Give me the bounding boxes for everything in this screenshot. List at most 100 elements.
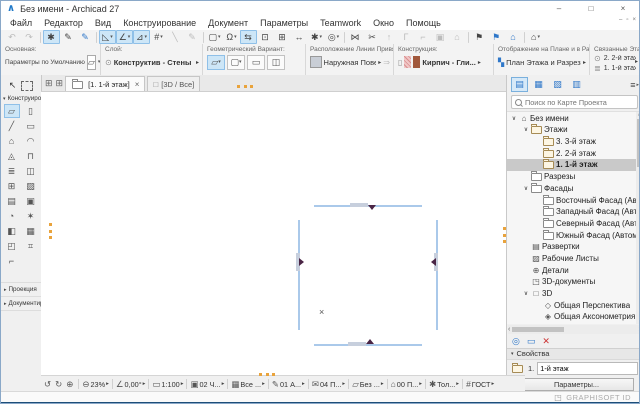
orientation[interactable]: ∠ 0,00° ▸: [115, 379, 147, 390]
flag-new-view-icon[interactable]: ⚑: [471, 30, 488, 44]
locate-in-tree-icon[interactable]: ◎: [512, 336, 520, 347]
home-story[interactable]: ⌂ 00 П... ▸: [390, 379, 423, 389]
close-tab-icon[interactable]: ×: [135, 80, 140, 89]
maximize-button[interactable]: □: [575, 1, 607, 16]
door-tool[interactable]: ◫: [23, 164, 39, 178]
flyout-arrow-icon[interactable]: ▸: [378, 59, 381, 66]
elevation-line-west[interactable]: [298, 220, 300, 330]
curtain-wall-tool[interactable]: ▤: [4, 194, 20, 208]
wall-reference[interactable]: ✱ Тол... ▸: [428, 379, 460, 390]
quick-options-icon[interactable]: ⊞: [45, 78, 53, 89]
tree-item-project[interactable]: ∨ Без имени: [507, 112, 640, 124]
display-value[interactable]: План Этажа и Разрез...: [506, 58, 581, 67]
flyout-arrow-icon[interactable]: ▸: [196, 59, 199, 66]
fill-hatch-swatch[interactable]: [404, 56, 411, 68]
dock-handle[interactable]: [503, 227, 506, 243]
reference-line-swatch[interactable]: [310, 56, 322, 68]
transfer-settings-icon[interactable]: ✎: [77, 30, 94, 44]
flag-saved-view-icon[interactable]: ⚑: [488, 30, 505, 44]
menu-document[interactable]: Документ: [202, 18, 254, 28]
mdi-minimize-button[interactable]: –: [619, 17, 622, 23]
snap-grid-icon[interactable]: #▾: [150, 30, 167, 44]
tree-item-sections[interactable]: Разрезы: [507, 171, 640, 183]
separator[interactable]: [348, 379, 349, 389]
settings-dialog-icon[interactable]: ▭: [527, 336, 536, 347]
niche-tool[interactable]: ⌐: [4, 254, 20, 268]
tree-item-3d[interactable]: ∨ 3D: [507, 288, 640, 300]
elevation-line-south[interactable]: [314, 344, 422, 346]
home-view-icon[interactable]: ⌂: [505, 30, 522, 44]
favorites[interactable]: ▱ Без ... ▸: [351, 379, 384, 390]
fillet-icon[interactable]: ⌐: [415, 30, 432, 44]
zoom-to-selection-icon[interactable]: ↺: [43, 379, 54, 390]
tree-item-interior-elevations[interactable]: Развертки: [507, 241, 640, 253]
beam-tool[interactable]: ╱: [4, 119, 20, 133]
linked-story-current[interactable]: ≣ 1. 1-й этаж (Теку: [594, 63, 636, 73]
tree-item-worksheets[interactable]: Рабочие Листы: [507, 253, 640, 265]
object-tool[interactable]: ◧: [4, 224, 20, 238]
flyout-arrow-icon[interactable]: ▸: [583, 59, 586, 66]
options-gear-icon[interactable]: ✱▾: [308, 30, 325, 44]
menu-edit[interactable]: Редактор: [38, 18, 89, 28]
wall-structure-icon[interactable]: ▯: [398, 58, 402, 67]
section-documenting[interactable]: ▸ Документир-: [1, 297, 41, 311]
scroll-left-icon[interactable]: ‹: [508, 326, 510, 333]
stretch-icon[interactable]: ↔: [291, 30, 308, 44]
slab-tool[interactable]: ▭: [23, 119, 39, 133]
section-projection[interactable]: ▸ Проекция: [1, 283, 41, 297]
trim-icon[interactable]: ↑: [381, 30, 398, 44]
tree-item-elevation-west[interactable]: Западный Фасад (Автоматиче: [507, 206, 640, 218]
separator[interactable]: [112, 379, 113, 389]
arrow-select-icon[interactable]: ↖: [9, 80, 17, 91]
separator[interactable]: [40, 32, 41, 43]
elevation-marker-south[interactable]: [366, 339, 374, 344]
settings-button[interactable]: Параметры...: [519, 378, 634, 391]
separator[interactable]: [308, 379, 309, 389]
elevation-marker-west[interactable]: [299, 258, 304, 266]
dock-handle[interactable]: [259, 373, 275, 376]
geometry-straight-icon[interactable]: ▱▾: [207, 55, 225, 70]
separator[interactable]: [203, 32, 204, 43]
railing-tool[interactable]: ⊓: [23, 149, 39, 163]
graphisoft-id-label[interactable]: GRAPHISOFT ID: [566, 393, 631, 402]
elevation-handle-north[interactable]: [350, 203, 368, 207]
navigator-menu-icon[interactable]: ≡ ▸: [630, 80, 639, 90]
scale[interactable]: ▭ 1:100 ▸: [151, 379, 184, 390]
mdi-restore-button[interactable]: ▫: [626, 17, 628, 23]
editing-plane-icon[interactable]: ∠▾: [116, 30, 133, 44]
dock-handle[interactable]: [49, 223, 52, 239]
menu-view[interactable]: Вид: [89, 18, 117, 28]
separator[interactable]: [96, 32, 97, 43]
split-icon[interactable]: ⋈: [347, 30, 364, 44]
3d-visualization-icon[interactable]: ⌂▾: [527, 30, 544, 44]
menu-file[interactable]: Файл: [4, 18, 38, 28]
window-tool[interactable]: ⊞: [4, 179, 20, 193]
pen-set[interactable]: ▦ Все ... ▸: [230, 379, 265, 390]
scrollbar-thumb[interactable]: [512, 327, 564, 332]
elevation-handle-south[interactable]: [348, 342, 366, 346]
gravity-pen-icon[interactable]: ✎: [184, 30, 201, 44]
equipment-tool[interactable]: ◰: [4, 239, 20, 253]
marquee-icon[interactable]: [21, 81, 33, 91]
elevation-line-east[interactable]: [436, 220, 438, 330]
suspend-groups-icon[interactable]: ⇆: [240, 30, 257, 44]
tree-item-schedules[interactable]: ∨ Каталоги: [507, 323, 640, 324]
guide-lines-icon[interactable]: ◺▾: [99, 30, 116, 44]
view-map-icon[interactable]: ▦: [530, 77, 547, 92]
mesh-tool[interactable]: ▦: [23, 224, 39, 238]
separator[interactable]: [387, 379, 388, 389]
flyout-arrow-icon[interactable]: ▸: [478, 59, 481, 66]
gravity-icon[interactable]: ╲: [167, 30, 184, 44]
separator[interactable]: [227, 379, 228, 389]
close-button[interactable]: ×: [607, 1, 639, 16]
properties-header[interactable]: ▾ Свойства: [507, 348, 640, 360]
tree-item-elevations[interactable]: ∨ Фасады: [507, 182, 640, 194]
separator[interactable]: [462, 379, 463, 389]
delete-icon[interactable]: ✕: [542, 336, 550, 347]
windows-stack-icon[interactable]: ◳: [554, 393, 562, 402]
increase-zoom-icon[interactable]: ⊕: [65, 379, 76, 390]
tree-item-elevation-north[interactable]: Северный Фасад (Автоматиче: [507, 218, 640, 230]
grid-tool[interactable]: ⌗: [23, 239, 39, 253]
separator[interactable]: [524, 32, 525, 43]
elevation-marker-east[interactable]: [431, 258, 436, 266]
